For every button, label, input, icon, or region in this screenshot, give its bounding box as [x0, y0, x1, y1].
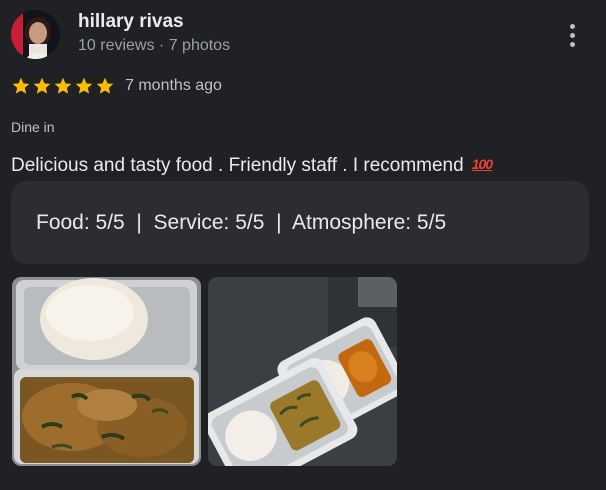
star-icon: [75, 77, 93, 94]
ratings-line: Food: 5/5 | Service: 5/5 | Atmosphere: 5…: [36, 210, 447, 234]
hundred-points-emoji: 100: [471, 156, 493, 172]
review-body: Delicious and tasty food . Friendly staf…: [11, 155, 464, 176]
ratings-summary: Food: 5/5 | Service: 5/5 | Atmosphere: 5…: [11, 181, 589, 264]
review-card: hillary rivas 10 reviews · 7 photos 7 mo…: [0, 0, 606, 490]
star-rating: [11, 76, 115, 96]
reviewer-avatar[interactable]: [11, 10, 60, 59]
more-vert-icon[interactable]: [560, 18, 584, 52]
review-time: 7 months ago: [125, 77, 222, 94]
reviewer-name[interactable]: hillary rivas: [78, 11, 184, 33]
photo-fufu-egusi[interactable]: [12, 277, 201, 466]
photo-two-trays[interactable]: [208, 277, 397, 466]
star-icon: [54, 77, 72, 94]
star-icon: [33, 77, 51, 94]
reviewer-meta: 10 reviews · 7 photos: [78, 37, 231, 54]
star-icon: [96, 77, 114, 94]
service-type: Dine in: [11, 119, 55, 135]
review-text: Delicious and tasty food . Friendly staf…: [11, 155, 493, 177]
star-icon: [12, 77, 30, 94]
